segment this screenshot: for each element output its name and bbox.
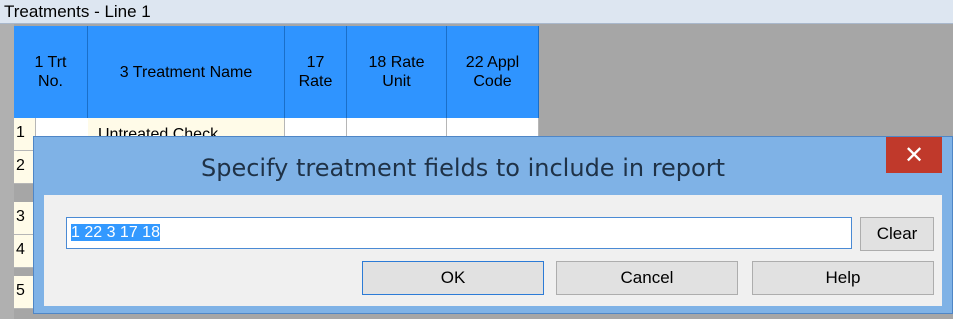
panel-title: Treatments - Line 1 <box>0 0 953 24</box>
column-header-rate[interactable]: 17 Rate <box>285 26 347 118</box>
column-header-rate-unit[interactable]: 18 Rate Unit <box>347 26 447 118</box>
help-label: Help <box>825 268 861 287</box>
column-header-appl-code[interactable]: 22 Appl Code <box>447 26 539 118</box>
cancel-label: Cancel <box>620 268 674 287</box>
fields-input[interactable]: 1 22 3 17 18 <box>66 217 852 249</box>
close-button[interactable]: ✕ <box>886 137 942 173</box>
row-number: 3 <box>16 208 25 225</box>
column-header-label: 17 Rate <box>298 54 333 90</box>
cancel-button[interactable]: Cancel <box>556 261 738 295</box>
column-header-treatment-name[interactable]: 3 Treatment Name <box>88 26 285 118</box>
column-header-label: 18 Rate Unit <box>368 54 425 90</box>
dialog-body: 1 22 3 17 18 Clear OK Cancel Help <box>44 195 942 306</box>
column-header-trt-no[interactable]: 1 Trt No. <box>14 26 88 118</box>
selected-text: 1 22 3 17 18 <box>71 224 160 241</box>
close-icon: ✕ <box>903 141 925 169</box>
row-number: 4 <box>16 241 25 258</box>
row-number: 1 <box>16 124 25 141</box>
ok-button[interactable]: OK <box>362 261 544 295</box>
clear-button[interactable]: Clear <box>860 217 934 251</box>
report-fields-dialog: Specify treatment fields to include in r… <box>33 136 953 314</box>
clear-label: Clear <box>876 224 918 243</box>
dialog-title: Specify treatment fields to include in r… <box>200 154 725 182</box>
column-header-label: 1 Trt No. <box>34 54 67 90</box>
row-header-strip <box>0 24 14 319</box>
row-number: 2 <box>16 157 25 174</box>
help-button[interactable]: Help <box>752 261 934 295</box>
ok-label: OK <box>440 268 466 287</box>
row-number: 5 <box>16 282 25 299</box>
column-header-label: 22 Appl Code <box>465 54 520 90</box>
column-header-label: 3 Treatment Name <box>119 63 253 81</box>
